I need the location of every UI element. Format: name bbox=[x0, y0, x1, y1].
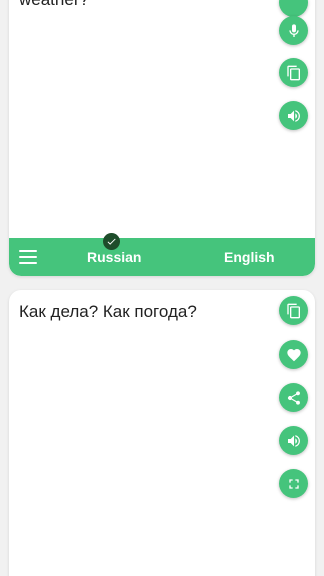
speak-translation-button[interactable] bbox=[279, 426, 308, 455]
volume-icon bbox=[287, 109, 300, 122]
copy-icon bbox=[286, 65, 300, 80]
translator-screen: weather? Russian English bbox=[0, 0, 324, 576]
heart-icon bbox=[286, 348, 301, 361]
translation-card: Как дела? Как погода? bbox=[9, 290, 315, 576]
language-bar: Russian English bbox=[9, 238, 315, 276]
fullscreen-button[interactable] bbox=[279, 469, 308, 498]
target-language-button[interactable]: English bbox=[224, 249, 275, 265]
hidden-top-button[interactable] bbox=[279, 0, 308, 17]
fullscreen-icon bbox=[288, 478, 299, 489]
translation-text[interactable]: Как дела? Как погода? bbox=[19, 302, 197, 322]
hamburger-menu-icon[interactable] bbox=[19, 250, 37, 264]
check-circle-icon bbox=[103, 233, 120, 250]
copy-icon bbox=[286, 303, 300, 318]
copy-translation-button[interactable] bbox=[279, 296, 308, 325]
share-button[interactable] bbox=[279, 383, 308, 412]
mic-button[interactable] bbox=[279, 16, 308, 45]
favorite-button[interactable] bbox=[279, 340, 308, 369]
source-card: weather? Russian English bbox=[9, 0, 315, 276]
source-language-button[interactable]: Russian bbox=[87, 249, 141, 265]
share-icon bbox=[287, 390, 300, 405]
source-text[interactable]: weather? bbox=[19, 0, 269, 10]
mic-icon bbox=[288, 23, 299, 37]
speak-source-button[interactable] bbox=[279, 101, 308, 130]
copy-source-button[interactable] bbox=[279, 58, 308, 87]
volume-icon bbox=[287, 434, 300, 447]
